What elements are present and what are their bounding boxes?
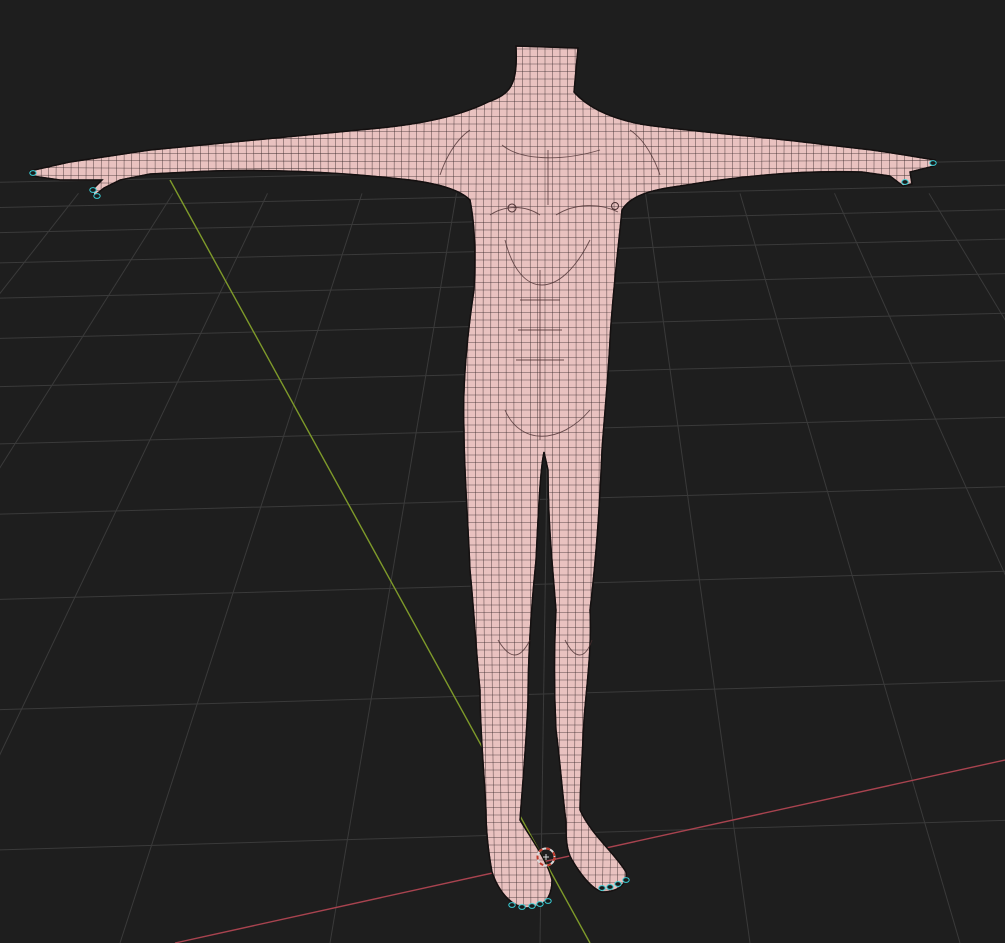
nail-vertex	[598, 885, 606, 891]
nail-vertex	[528, 903, 536, 909]
nail-vertex	[614, 881, 622, 887]
nail-vertex	[508, 902, 516, 908]
nail-vertex	[901, 179, 909, 185]
nail-vertex	[544, 898, 552, 904]
nail-vertex	[89, 187, 97, 193]
nail-vertex	[536, 901, 544, 907]
nail-vertex	[518, 904, 526, 910]
nail-vertex	[29, 170, 37, 176]
nail-vertex	[929, 160, 937, 166]
nail-vertex	[93, 193, 101, 199]
scene-canvas[interactable]	[0, 0, 1005, 943]
body-surface[interactable]	[29, 45, 936, 909]
nail-vertex	[606, 884, 614, 890]
3d-viewport[interactable]	[0, 0, 1005, 943]
nail-vertex	[622, 877, 630, 883]
human-mesh[interactable]	[0, 40, 1005, 920]
